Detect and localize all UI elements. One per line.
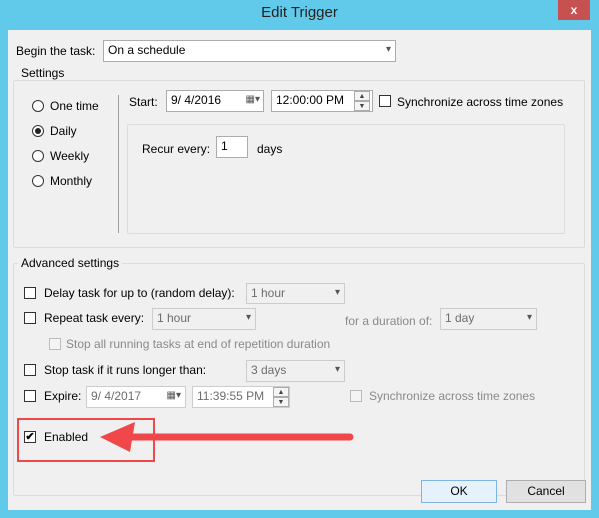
begin-task-label: Begin the task: [16,44,96,58]
stop-task-select[interactable]: 3 days ▾ [246,360,345,382]
dialog-title: Edit Trigger [261,4,338,21]
radio-one-time-label[interactable]: One time [50,99,99,113]
advanced-group-label: Advanced settings [18,256,123,270]
stop-all-checkbox[interactable] [49,338,61,350]
delay-checkbox[interactable] [24,287,36,299]
recur-value: 1 [221,139,228,153]
radio-daily-label[interactable]: Daily [50,124,77,138]
recur-label: Recur every: [142,142,211,156]
spinner-up-icon[interactable]: ▲ [354,91,370,101]
begin-task-select[interactable]: On a schedule ▾ [103,40,396,62]
start-time-value: 12:00:00 PM [276,93,345,107]
radio-weekly-label[interactable]: Weekly [50,149,89,163]
recur-panel [127,124,565,234]
calendar-icon[interactable]: ▦▾ [167,390,181,401]
delay-select[interactable]: 1 hour ▾ [246,283,345,304]
stop-task-checkbox[interactable] [24,364,36,376]
expire-checkbox[interactable] [24,390,36,402]
close-button[interactable]: x [558,0,590,20]
chevron-down-icon: ▾ [385,44,391,55]
start-sync-label[interactable]: Synchronize across time zones [397,95,563,109]
expire-date-value: 9/ 4/2017 [91,389,142,403]
divider [118,95,119,233]
radio-monthly[interactable] [32,175,44,187]
expire-sync-checkbox[interactable] [350,390,362,402]
stop-task-value: 3 days [251,363,287,377]
expire-label[interactable]: Expire: [44,389,81,403]
settings-group-label: Settings [18,66,68,80]
start-label: Start: [129,95,158,109]
chevron-down-icon: ▾ [526,312,532,323]
recur-unit: days [257,142,283,156]
radio-daily[interactable] [32,125,44,137]
repeat-checkbox[interactable] [24,312,36,324]
repeat-select[interactable]: 1 hour ▾ [152,308,256,330]
duration-select[interactable]: 1 day ▾ [440,308,537,330]
start-sync-checkbox[interactable] [379,95,391,107]
cancel-button[interactable]: Cancel [506,480,586,503]
spinner-up-icon[interactable]: ▲ [273,387,289,397]
radio-one-time[interactable] [32,100,44,112]
calendar-icon[interactable]: ▦▾ [246,94,260,105]
repeat-label[interactable]: Repeat task every: [44,311,144,325]
stop-all-label: Stop all running tasks at end of repetit… [66,337,331,351]
expire-sync-label: Synchronize across time zones [369,389,536,403]
ok-button[interactable]: OK [421,480,497,503]
start-date-picker[interactable]: 9/ 4/2016 ▦▾ [166,90,264,112]
delay-label[interactable]: Delay task for up to (random delay): [44,286,235,300]
chevron-down-icon: ▾ [334,364,340,375]
chevron-down-icon: ▾ [334,287,340,298]
radio-monthly-label[interactable]: Monthly [50,174,92,188]
expire-time-value: 11:39:55 PM [197,389,265,403]
repeat-value: 1 hour [157,311,192,325]
spinner-down-icon[interactable]: ▼ [273,397,289,407]
duration-label: for a duration of: [345,314,433,328]
expire-date-picker[interactable]: 9/ 4/2017 ▦▾ [86,386,186,408]
begin-task-value: On a schedule [108,43,186,57]
annotation-arrow-icon [100,422,354,452]
close-icon: x [570,3,578,17]
delay-value: 1 hour [251,286,286,300]
spinner-down-icon[interactable]: ▼ [354,101,370,111]
start-date-value: 9/ 4/2016 [171,93,222,107]
recur-input[interactable]: 1 [216,136,248,158]
chevron-down-icon: ▾ [245,312,251,323]
radio-weekly[interactable] [32,150,44,162]
duration-value: 1 day [445,311,475,325]
stop-task-label[interactable]: Stop task if it runs longer than: [44,363,206,377]
